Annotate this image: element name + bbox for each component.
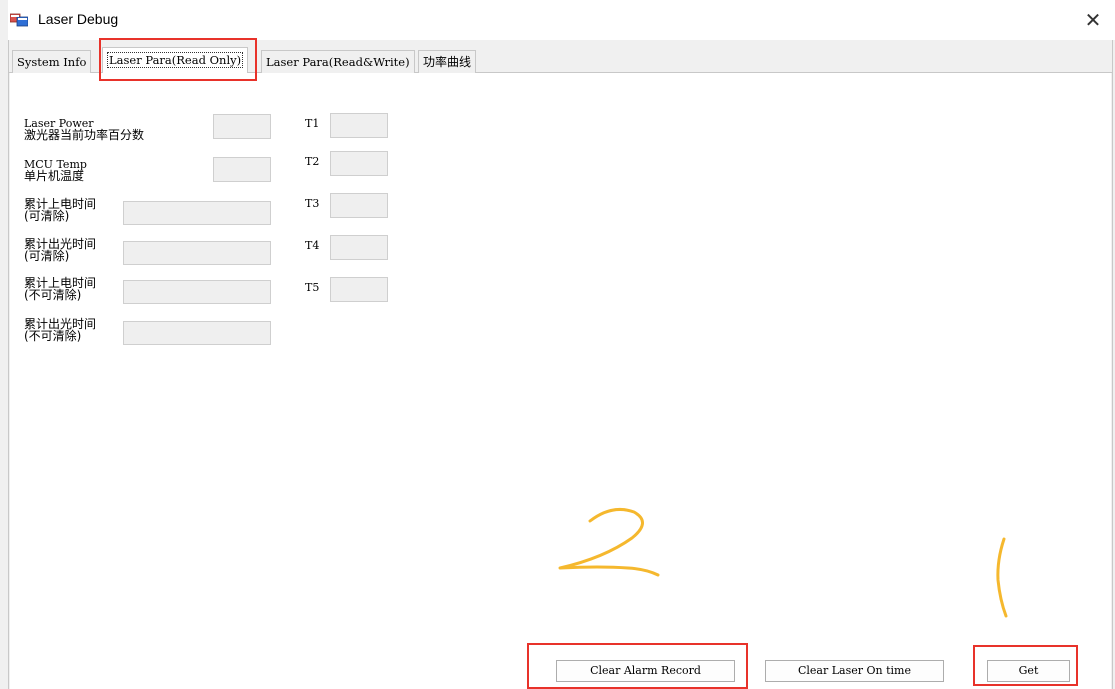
laser-on-time-clearable-label: 累计出光时间 (可清除)	[24, 238, 96, 262]
label-line: (不可清除)	[24, 288, 82, 302]
power-on-time-permanent-field	[123, 280, 271, 304]
highlight-get-annotation	[973, 645, 1078, 686]
power-on-time-clearable-field	[123, 201, 271, 225]
label-line: (可清除)	[24, 249, 70, 263]
t2-field	[330, 151, 388, 176]
laser-on-time-permanent-field	[123, 321, 271, 345]
tab-panel	[10, 73, 1111, 689]
t2-label: T2	[305, 155, 320, 168]
laser-power-field	[213, 114, 271, 139]
t3-field	[330, 193, 388, 218]
label-line: 单片机温度	[24, 169, 85, 183]
tab-power-curve[interactable]: 功率曲线	[418, 50, 477, 73]
laser-on-time-clearable-field	[123, 241, 271, 265]
window-border	[1112, 40, 1113, 689]
mcu-temp-label: MCU Temp 单片机温度	[24, 159, 87, 182]
app-window-icon	[10, 13, 28, 27]
laser-power-label: Laser Power 激光器当前功率百分数	[24, 118, 144, 141]
mcu-temp-field	[213, 157, 271, 182]
label-line: (可清除)	[24, 209, 70, 223]
t4-label: T4	[305, 239, 320, 252]
window-border	[8, 40, 9, 689]
highlight-clear-alarm-annotation	[527, 643, 748, 689]
title-bar	[8, 0, 1115, 40]
tab-label: Laser Para(Read Only)	[107, 52, 244, 68]
label-line: 激光器当前功率百分数	[24, 128, 145, 142]
tab-label: 功率曲线	[423, 55, 472, 69]
tab-label: System Info	[17, 55, 87, 69]
close-icon[interactable]: ✕	[1080, 6, 1106, 34]
power-on-time-clearable-label: 累计上电时间 (可清除)	[24, 198, 96, 222]
t4-field	[330, 235, 388, 260]
t1-field	[330, 113, 388, 138]
t3-label: T3	[305, 197, 320, 210]
t1-label: T1	[305, 117, 320, 130]
clear-laser-on-time-button[interactable]: Clear Laser On time	[765, 660, 944, 682]
power-on-time-permanent-label: 累计上电时间 (不可清除)	[24, 277, 96, 301]
window-title: Laser Debug	[38, 11, 119, 27]
t5-label: T5	[305, 281, 320, 294]
laser-on-time-permanent-label: 累计出光时间 (不可清除)	[24, 318, 96, 342]
tab-system-info[interactable]: System Info	[12, 50, 92, 73]
label-line: (不可清除)	[24, 329, 82, 343]
t5-field	[330, 277, 388, 302]
tab-laser-para-read-only[interactable]: Laser Para(Read Only)	[102, 47, 249, 73]
tab-laser-para-read-write[interactable]: Laser Para(Read&Write)	[261, 50, 415, 73]
tab-label: Laser Para(Read&Write)	[266, 55, 410, 69]
